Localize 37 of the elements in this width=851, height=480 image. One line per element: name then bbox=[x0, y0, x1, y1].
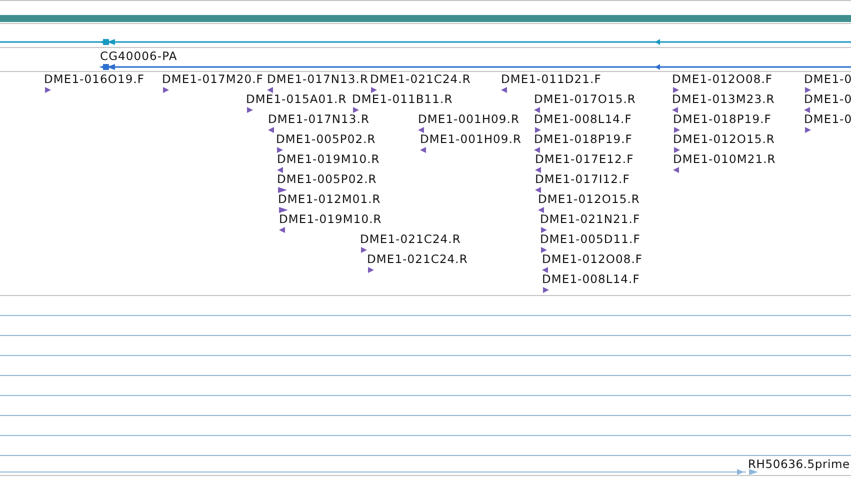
clone-label: DME1-011B11.R bbox=[352, 92, 453, 106]
clone-label: DME1-017E12.F bbox=[535, 152, 634, 166]
clone-label: DME1-001H09.R bbox=[418, 112, 520, 126]
clone-label: DME1-001H09.R bbox=[420, 132, 522, 146]
clone-label: DME1-016O19.F bbox=[44, 72, 145, 86]
clone-label: DME1-015A01.R bbox=[246, 92, 347, 106]
clone-label: DME1-005D11.F bbox=[540, 232, 640, 246]
clone-label: DME1-0 bbox=[804, 112, 851, 126]
clone-label: DME1-019M10.R bbox=[279, 212, 382, 226]
clone-label: DME1-021C24.R bbox=[367, 252, 468, 266]
est-label: RH50636.5prime bbox=[748, 457, 850, 471]
clone-label: DME1-012O15.R bbox=[673, 132, 775, 146]
clone-label: DME1-021C24.R bbox=[370, 72, 471, 86]
clone-label: DME1-017N13.R bbox=[268, 112, 370, 126]
gene-label: CG40006-PA bbox=[100, 49, 178, 63]
clone-label: DME1-021C24.R bbox=[360, 232, 461, 246]
clone-label: DME1-008L14.F bbox=[542, 272, 640, 286]
clone-label: DME1-012O08.F bbox=[672, 72, 773, 86]
clone-label: DME1-017O15.R bbox=[534, 92, 636, 106]
clone-label: DME1-0 bbox=[804, 72, 851, 86]
clone-label: DME1-019M10.R bbox=[277, 152, 380, 166]
clone-label: DME1-013M23.R bbox=[672, 92, 775, 106]
clone-label: DME1-008L14.F bbox=[534, 112, 632, 126]
clone-label: DME1-005P02.R bbox=[276, 132, 376, 146]
clone-label: DME1-010M21.R bbox=[673, 152, 776, 166]
clone-label: DME1-018P19.F bbox=[673, 112, 772, 126]
clone-label: DME1-012O08.F bbox=[542, 252, 643, 266]
clone-label: DME1-005P02.R bbox=[277, 172, 377, 186]
clone-label: DME1-021N21.F bbox=[540, 212, 640, 226]
clone-label: DME1-012O15.R bbox=[538, 192, 640, 206]
clone-label: DME1-017M20.F bbox=[162, 72, 264, 86]
clone-label: DME1-0 bbox=[804, 92, 851, 106]
clone-label: DME1-011D21.F bbox=[501, 72, 602, 86]
clone-label: DME1-017N13.R bbox=[267, 72, 368, 86]
clone-label: DME1-017I12.F bbox=[535, 172, 630, 186]
clone-label: DME1-012M01.R bbox=[278, 192, 381, 206]
clone-label: DME1-018P19.F bbox=[534, 132, 632, 146]
